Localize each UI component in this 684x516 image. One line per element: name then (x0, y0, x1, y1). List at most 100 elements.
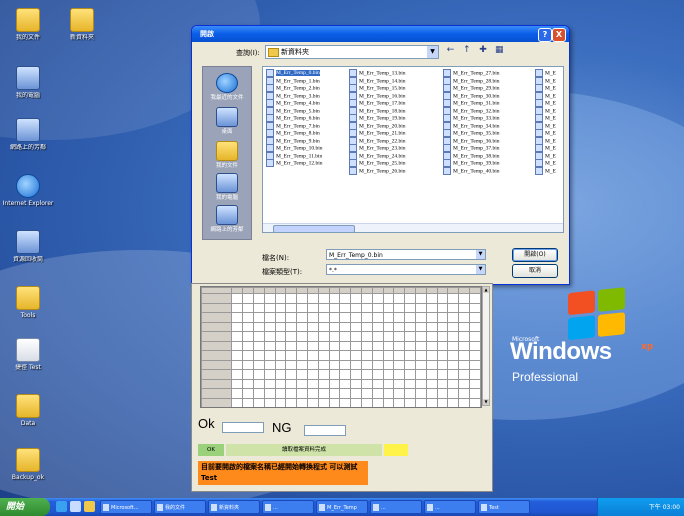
grid-cell[interactable] (285, 359, 298, 370)
file-item[interactable]: M_Err_Temp_3.bin (266, 91, 323, 100)
grid-cell[interactable] (425, 359, 438, 370)
grid-cell[interactable] (296, 331, 308, 342)
grid-cell[interactable] (447, 312, 460, 323)
grid-cell[interactable] (307, 321, 319, 332)
grid-cell[interactable] (350, 302, 362, 313)
grid-cell[interactable] (274, 359, 287, 370)
file-item[interactable]: M_Err_Temp_24.bin (349, 151, 406, 160)
grid-cell[interactable] (201, 388, 233, 399)
file-item[interactable]: M_Err_Temp_33.bin (443, 114, 500, 122)
grid-cell[interactable] (447, 321, 460, 332)
grid-cell[interactable] (253, 378, 265, 389)
grid-cell[interactable] (328, 378, 341, 389)
desktop-icon-data[interactable]: Data (2, 394, 54, 427)
place-network[interactable]: 網路上的芳鄰 (203, 205, 251, 234)
grid-cell[interactable] (436, 388, 449, 399)
grid-cell[interactable] (382, 312, 395, 323)
grid-cell[interactable] (425, 321, 438, 332)
chevron-down-icon[interactable]: ▼ (476, 265, 485, 274)
grid-cell[interactable] (425, 350, 438, 361)
grid-cell[interactable] (425, 331, 438, 342)
grid-cell[interactable] (296, 369, 308, 380)
grid-cell[interactable] (414, 340, 427, 351)
file-item[interactable]: M_E (535, 166, 556, 175)
grid-cell[interactable] (371, 350, 384, 361)
file-item[interactable]: M_Err_Temp_1.bin (266, 76, 323, 85)
grid-cell[interactable] (274, 331, 287, 342)
file-item[interactable]: M_E (535, 91, 556, 100)
grid-cell[interactable] (231, 331, 244, 342)
grid-cell[interactable] (317, 359, 330, 370)
file-item[interactable]: M_E (535, 76, 556, 85)
grid-cell[interactable] (296, 321, 308, 332)
taskbar-item[interactable]: M_Err_Temp (316, 500, 368, 514)
chevron-down-icon[interactable]: ▼ (476, 250, 485, 259)
file-item[interactable]: M_Err_Temp_29.bin (443, 84, 500, 92)
grid-cell[interactable] (274, 340, 287, 351)
grid-cell[interactable] (231, 397, 244, 407)
grid-cell[interactable] (468, 350, 481, 361)
grid-cell[interactable] (201, 312, 233, 323)
grid-cell[interactable] (253, 340, 265, 351)
grid-cell[interactable] (414, 388, 427, 399)
grid-cell[interactable] (285, 378, 298, 389)
grid-cell[interactable] (393, 293, 406, 304)
grid-cell[interactable] (274, 321, 287, 332)
grid-cell[interactable] (382, 302, 395, 313)
desktop-icon-backup[interactable]: Backup_ok (2, 448, 54, 481)
grid-cell[interactable] (328, 293, 341, 304)
ok-count-field[interactable] (222, 422, 264, 433)
grid-cell[interactable] (425, 302, 438, 313)
grid-cell[interactable] (263, 378, 276, 389)
file-item[interactable]: M_Err_Temp_35.bin (443, 129, 500, 137)
grid-cell[interactable] (404, 350, 416, 361)
file-item[interactable]: M_Err_Temp_38.bin (443, 151, 500, 160)
file-item[interactable]: M_Err_Temp_2.bin (266, 84, 323, 92)
grid-cell[interactable] (414, 378, 427, 389)
grid-cell[interactable] (307, 388, 319, 399)
grid-cell[interactable] (317, 302, 330, 313)
grid-cell[interactable] (274, 350, 287, 361)
grid-cell[interactable] (201, 397, 233, 407)
grid-cell[interactable] (242, 302, 255, 313)
grid-cell[interactable] (360, 331, 373, 342)
grid-cell[interactable] (360, 350, 373, 361)
place-recent[interactable]: 我最近的文件 (203, 73, 251, 102)
grid-cell[interactable] (414, 331, 427, 342)
grid-cell[interactable] (253, 397, 265, 407)
grid-cell[interactable] (404, 321, 416, 332)
grid-cell[interactable] (447, 397, 460, 407)
data-grid[interactable] (200, 286, 482, 408)
grid-cell[interactable] (360, 359, 373, 370)
grid-cell[interactable] (414, 397, 427, 407)
taskbar-item[interactable]: 新資料夾 (208, 500, 260, 514)
grid-cell[interactable] (274, 388, 287, 399)
grid-cell[interactable] (339, 302, 352, 313)
file-item[interactable]: M_Err_Temp_0.bin (266, 69, 323, 77)
file-item[interactable]: M_Err_Temp_19.bin (349, 114, 406, 122)
file-item[interactable]: M_Err_Temp_23.bin (349, 144, 406, 152)
grid-cell[interactable] (201, 331, 233, 342)
file-item[interactable]: M_Err_Temp_30.bin (443, 91, 500, 100)
grid-cell[interactable] (307, 359, 319, 370)
file-item[interactable]: M_Err_Temp_26.bin (349, 166, 406, 175)
grid-cell[interactable] (447, 340, 460, 351)
grid-cell[interactable] (296, 293, 308, 304)
grid-cell[interactable] (425, 397, 438, 407)
file-item[interactable]: M_Err_Temp_37.bin (443, 144, 500, 152)
desktop-icon-network-places[interactable]: 網路上的芳鄰 (2, 118, 54, 151)
grid-cell[interactable] (468, 321, 481, 332)
file-item[interactable]: M_E (535, 84, 556, 92)
grid-cell[interactable] (414, 359, 427, 370)
grid-cell[interactable] (393, 388, 406, 399)
grid-cell[interactable] (263, 388, 276, 399)
grid-cell[interactable] (350, 331, 362, 342)
file-item[interactable]: M_E (535, 129, 556, 137)
grid-cell[interactable] (296, 312, 308, 323)
grid-cell[interactable] (274, 378, 287, 389)
grid-cell[interactable] (382, 378, 395, 389)
grid-cell[interactable] (253, 369, 265, 380)
grid-cell[interactable] (414, 350, 427, 361)
grid-cell[interactable] (393, 302, 406, 313)
grid-cell[interactable] (382, 293, 395, 304)
